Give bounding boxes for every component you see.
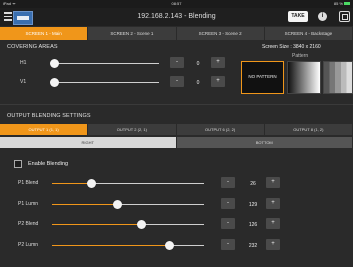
p2-lumn-slider-fill [52,245,170,246]
v1-value: 0 [196,80,200,86]
tab-output-8[interactable]: OUTPUT 8 (1, 2) [264,124,353,135]
p1-lumn-slider-thumb[interactable] [112,200,122,209]
tab-screen-1[interactable]: SCREEN 1 - Main [0,27,89,40]
p1-blend-increment-button[interactable]: + [266,177,280,188]
p1-lumn-row: P1 Lumn - 129 + [0,198,300,209]
covering-areas-heading: COVERING AREAS [7,44,58,50]
p2-lumn-label: P2 Lumn [18,242,39,248]
v1-decrement-button[interactable]: - [170,76,184,87]
enable-blending-label: Enable Blending [28,161,69,167]
p2-blend-decrement-button[interactable]: - [221,218,235,229]
enable-blending-checkbox[interactable] [14,160,22,168]
output-tabs: OUTPUT 1 (1, 1) OUTPUT 2 (2, 1) OUTPUT 6… [0,124,353,135]
p1-lumn-increment-button[interactable]: + [266,198,280,209]
info-icon[interactable]: i [318,12,327,21]
p1-blend-value: 26 [250,181,256,187]
p2-lumn-slider-thumb[interactable] [164,241,174,250]
p1-blend-decrement-button[interactable]: - [221,177,235,188]
h1-value: 0 [196,61,200,67]
p2-blend-slider-thumb[interactable] [137,220,147,229]
v1-slider-track[interactable] [54,82,159,83]
screen-tabs: SCREEN 1 - Main SCREEN 2 - Scene 1 SCREE… [0,27,353,40]
section-divider [0,104,353,105]
tab-screen-3[interactable]: SCREEN 3 - Scene 2 [176,27,265,40]
take-button[interactable]: TAKE [288,11,308,22]
screen-size-label: Screen Size : 3840 x 2160 [262,44,321,50]
p2-blend-row: P2 Blend - 126 + [0,218,300,229]
v1-label: V1 [20,79,27,85]
p1-blend-label: P1 Blend [18,180,39,186]
p2-lumn-value: 232 [248,243,258,249]
p2-blend-label: P2 Blend [18,221,39,227]
v1-slider-thumb[interactable] [49,78,59,87]
h1-slider-track[interactable] [54,63,159,64]
tab-output-2[interactable]: OUTPUT 2 (2, 1) [88,124,177,135]
p2-lumn-decrement-button[interactable]: - [221,239,235,250]
v1-increment-button[interactable]: + [211,76,225,87]
gradient-pattern-option[interactable] [287,61,321,94]
battery-indicator: 85 % [334,1,350,6]
p2-lumn-increment-button[interactable]: + [266,239,280,250]
tab-output-6[interactable]: OUTPUT 6 (2, 2) [176,124,265,135]
p2-blend-slider-fill [52,224,142,225]
battery-percent: 85 % [333,1,343,6]
p2-blend-increment-button[interactable]: + [266,218,280,229]
no-pattern-option[interactable]: NO PATTERN [241,61,284,94]
h1-label: H1 [20,60,27,66]
h1-increment-button[interactable]: + [211,57,225,68]
p1-lumn-label: P1 Lumn [18,201,39,207]
h1-slider-thumb[interactable] [49,59,59,68]
p2-lumn-row: P2 Lumn - 232 + [0,239,300,250]
p1-lumn-decrement-button[interactable]: - [221,198,235,209]
title-bar: 192.168.2.143 - Blending TAKE i [0,8,353,26]
tab-side-bottom[interactable]: BOTTOM [176,137,353,148]
pattern-label: Pattern [292,53,309,59]
h1-row: H1 - 0 + [0,57,240,68]
battery-icon [344,2,350,6]
clock: 08:57 [171,1,182,6]
tab-screen-4[interactable]: SCREEN 4 - Backstage [264,27,353,40]
h1-decrement-button[interactable]: - [170,57,184,68]
settings-icon[interactable] [339,11,350,22]
tab-output-1[interactable]: OUTPUT 1 (1, 1) [0,124,89,135]
p1-blend-slider-thumb[interactable] [87,179,97,188]
side-tabs: RIGHT BOTTOM [0,137,353,148]
output-blending-heading: OUTPUT BLENDING SETTINGS [7,113,91,119]
tab-screen-2[interactable]: SCREEN 2 - Scene 1 [88,27,177,40]
status-bar: iPad ᯤ 08:57 85 % [0,0,353,8]
p1-lumn-slider-fill [52,204,118,205]
p2-blend-value: 126 [248,222,258,228]
gray-steps-pattern-option[interactable] [323,61,353,94]
p1-lumn-value: 129 [248,202,258,208]
p1-blend-slider-fill [52,183,92,184]
v1-row: V1 - 0 + [0,76,240,87]
tab-side-right[interactable]: RIGHT [0,137,177,148]
p1-blend-row: P1 Blend - 26 + [0,177,300,188]
